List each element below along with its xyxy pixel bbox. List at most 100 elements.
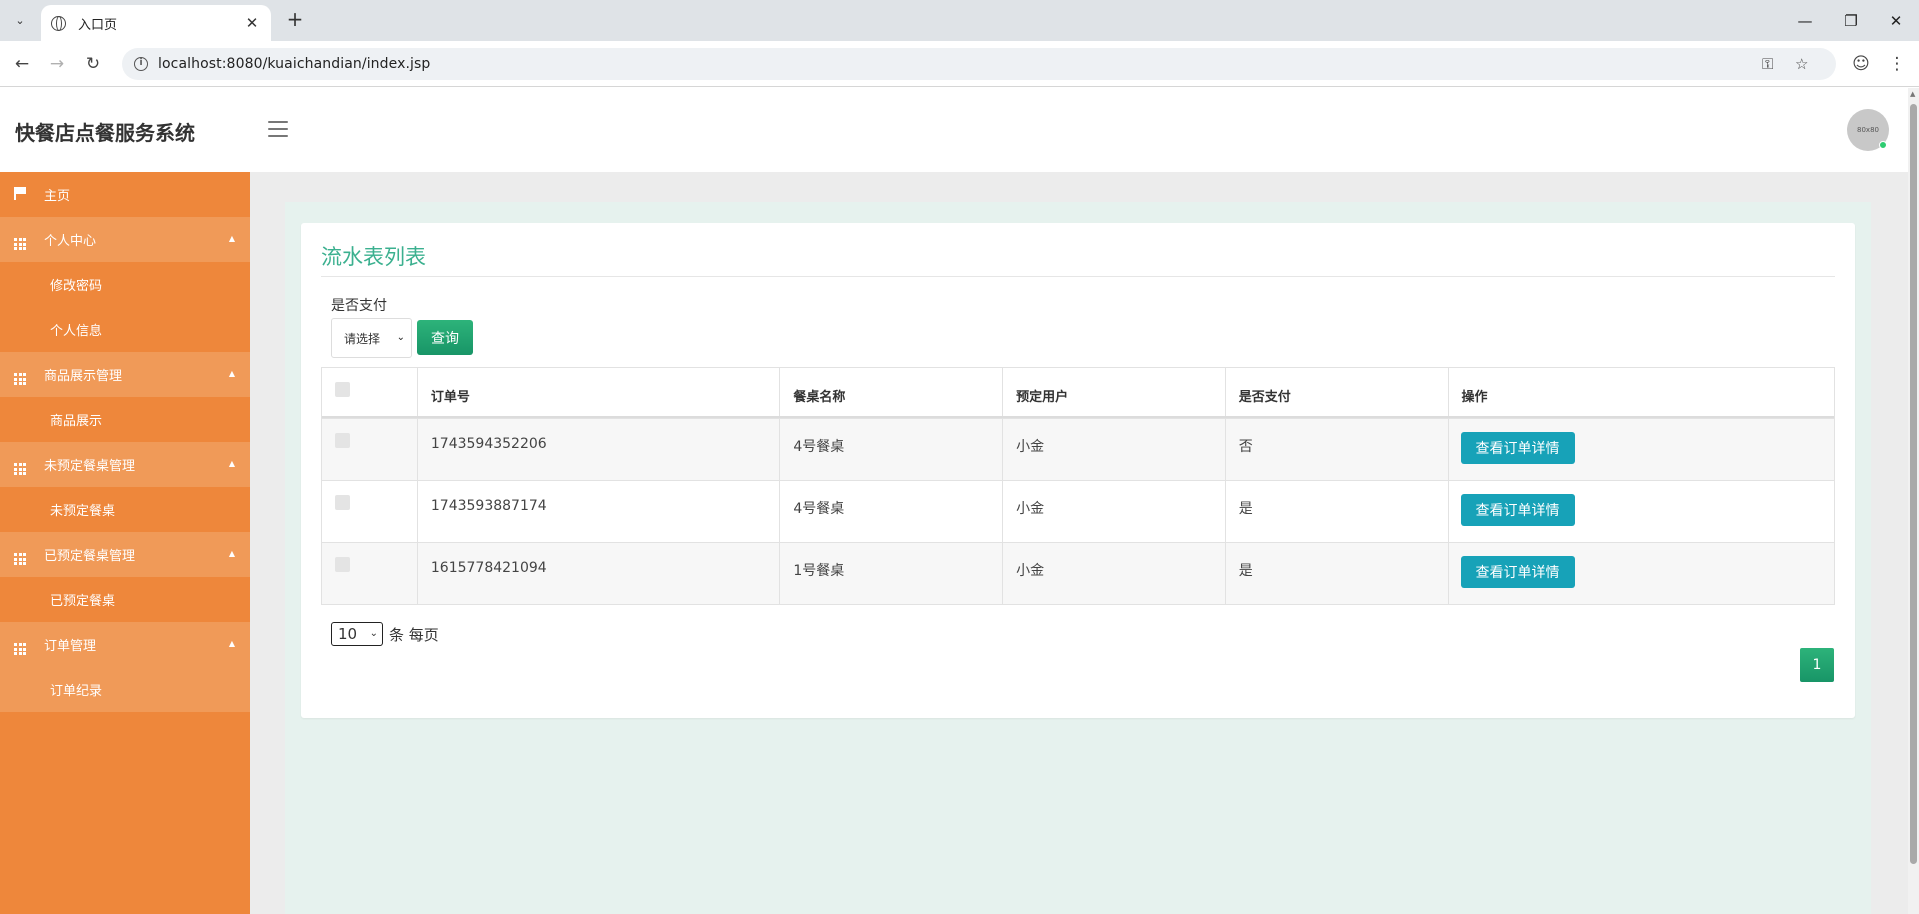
row-checkbox-cell	[322, 419, 418, 480]
paid-filter-value: 请选择	[344, 331, 381, 346]
url-text[interactable]: localhost:8080/kuaichandian/index.jsp	[158, 56, 430, 72]
hamburger-menu-icon[interactable]	[268, 121, 288, 137]
row-checkbox-cell	[322, 481, 418, 542]
online-status-dot	[1879, 141, 1887, 149]
view-order-detail-button[interactable]: 查看订单详情	[1460, 432, 1575, 464]
sidebar-group-label: 未预定餐桌管理	[44, 459, 136, 474]
caret-up-icon: ▲	[228, 549, 235, 558]
sidebar: 主页 个人中心 ▲ 修改密码 个人信息 商品展示管理 ▲ 商品展示 未预定餐桌管…	[0, 172, 250, 914]
paid-filter-label: 是否支付	[331, 298, 387, 314]
chevron-down-icon: ⌄	[396, 332, 405, 343]
avatar[interactable]: 80x80	[1847, 109, 1889, 151]
user-cell: 小金	[1003, 419, 1226, 480]
tab-search-icon[interactable]: ⌄	[7, 8, 33, 32]
caret-up-icon: ▲	[228, 234, 235, 243]
sidebar-group-label: 订单管理	[44, 639, 97, 654]
page-size-value: 10	[338, 625, 358, 643]
order-number-cell: 1615778421094	[418, 543, 781, 604]
column-header: 餐桌名称	[780, 368, 1004, 416]
header-checkbox-cell	[322, 368, 418, 416]
browser-toolbar: ← → ↻ i localhost:8080/kuaichandian/inde…	[0, 41, 1919, 87]
table-header-row: 订单号 餐桌名称 预定用户 是否支付 操作	[322, 368, 1834, 418]
globe-icon	[51, 15, 66, 31]
address-bar[interactable]: i localhost:8080/kuaichandian/index.jsp …	[122, 48, 1836, 80]
sidebar-item-product-display[interactable]: 商品展示	[0, 397, 250, 442]
column-header: 预定用户	[1003, 368, 1226, 416]
star-icon[interactable]: ☆	[1795, 48, 1808, 80]
paid-filter-select[interactable]: 请选择 ⌄	[331, 318, 412, 358]
table-row: 1615778421094 1号餐桌 小金 是 查看订单详情	[322, 542, 1834, 604]
sidebar-group-order-management[interactable]: 订单管理 ▲	[0, 622, 250, 667]
user-cell: 小金	[1003, 543, 1226, 604]
sidebar-group-label: 商品展示管理	[44, 369, 123, 384]
close-icon[interactable]: ✕	[243, 14, 261, 32]
flag-icon	[0, 186, 44, 203]
grid-icon	[0, 364, 44, 385]
sidebar-group-personal-center[interactable]: 个人中心 ▲	[0, 217, 250, 262]
grid-icon	[0, 454, 44, 475]
column-header: 是否支付	[1226, 368, 1449, 416]
sidebar-item-home[interactable]: 主页	[0, 172, 250, 217]
row-checkbox-cell	[322, 543, 418, 604]
table-row: 1743593887174 4号餐桌 小金 是 查看订单详情	[322, 480, 1834, 542]
page-title: 流水表列表	[321, 245, 426, 269]
browser-tab-bar: ⌄ 入口页 ✕ + — ❐ ✕	[0, 0, 1919, 41]
menu-dots-icon[interactable]: ⋮	[1884, 51, 1910, 77]
order-number-cell: 1743593887174	[418, 481, 781, 542]
sidebar-group-label: 个人中心	[44, 234, 97, 249]
paid-cell: 是	[1226, 543, 1449, 604]
row-checkbox[interactable]	[335, 433, 350, 448]
plus-icon[interactable]: +	[282, 8, 308, 32]
browser-tab[interactable]: 入口页 ✕	[41, 5, 271, 41]
sidebar-group-reserved-tables[interactable]: 已预定餐桌管理 ▲	[0, 532, 250, 577]
caret-up-icon: ▲	[228, 369, 235, 378]
sidebar-item-label: 主页	[44, 189, 71, 204]
grid-icon	[0, 544, 44, 565]
close-window-icon[interactable]: ✕	[1873, 0, 1919, 41]
sidebar-item-order-records[interactable]: 订单纪录	[0, 667, 250, 712]
restore-icon[interactable]: ❐	[1828, 0, 1874, 41]
page-button-current[interactable]: 1	[1800, 648, 1834, 682]
action-cell: 查看订单详情	[1449, 481, 1834, 542]
sidebar-item-reserved-tables[interactable]: 已预定餐桌	[0, 577, 250, 622]
sidebar-group-unreserved-tables[interactable]: 未预定餐桌管理 ▲	[0, 442, 250, 487]
grid-icon	[0, 634, 44, 655]
minimize-icon[interactable]: —	[1782, 0, 1828, 41]
sidebar-item-unreserved-tables[interactable]: 未预定餐桌	[0, 487, 250, 532]
column-header: 订单号	[418, 368, 781, 416]
page-size-control: 10 ⌄ 条 每页	[331, 622, 439, 646]
forward-icon[interactable]: →	[44, 51, 70, 77]
brand-title: 快餐店点餐服务系统	[15, 121, 195, 145]
profile-icon[interactable]: ☺	[1848, 51, 1874, 77]
query-button[interactable]: 查询	[417, 320, 473, 355]
chevron-down-icon: ⌄	[369, 628, 378, 639]
reload-icon[interactable]: ↻	[80, 51, 106, 77]
table-row: 1743594352206 4号餐桌 小金 否 查看订单详情	[322, 418, 1834, 480]
action-cell: 查看订单详情	[1449, 419, 1834, 480]
table-name-cell: 1号餐桌	[780, 543, 1004, 604]
row-checkbox[interactable]	[335, 557, 350, 572]
sidebar-item-change-password[interactable]: 修改密码	[0, 262, 250, 307]
table-name-cell: 4号餐桌	[780, 481, 1004, 542]
sidebar-item-personal-info[interactable]: 个人信息	[0, 307, 250, 352]
sidebar-group-product-display[interactable]: 商品展示管理 ▲	[0, 352, 250, 397]
back-icon[interactable]: ←	[9, 51, 35, 77]
row-checkbox[interactable]	[335, 495, 350, 510]
action-cell: 查看订单详情	[1449, 543, 1834, 604]
select-all-checkbox[interactable]	[335, 382, 350, 397]
order-table: 订单号 餐桌名称 预定用户 是否支付 操作 1743594352206 4号餐桌…	[321, 367, 1835, 605]
tab-title: 入口页	[78, 17, 118, 33]
paid-cell: 否	[1226, 419, 1449, 480]
page-scrollbar[interactable]: ▲	[1908, 88, 1919, 914]
table-name-cell: 4号餐桌	[780, 419, 1004, 480]
view-order-detail-button[interactable]: 查看订单详情	[1460, 556, 1575, 588]
info-icon[interactable]: i	[134, 57, 148, 71]
scrollbar-thumb[interactable]	[1910, 104, 1917, 864]
column-header: 操作	[1461, 390, 1488, 405]
list-card: 流水表列表 是否支付 请选择 ⌄ 查询 订单号 餐桌名称 预定用户 是否支付 操…	[301, 223, 1855, 718]
scroll-up-arrow-icon[interactable]: ▲	[1910, 90, 1915, 98]
user-cell: 小金	[1003, 481, 1226, 542]
page-size-select[interactable]: 10 ⌄	[331, 622, 383, 646]
key-icon[interactable]: ⚿	[1762, 48, 1773, 80]
view-order-detail-button[interactable]: 查看订单详情	[1460, 494, 1575, 526]
